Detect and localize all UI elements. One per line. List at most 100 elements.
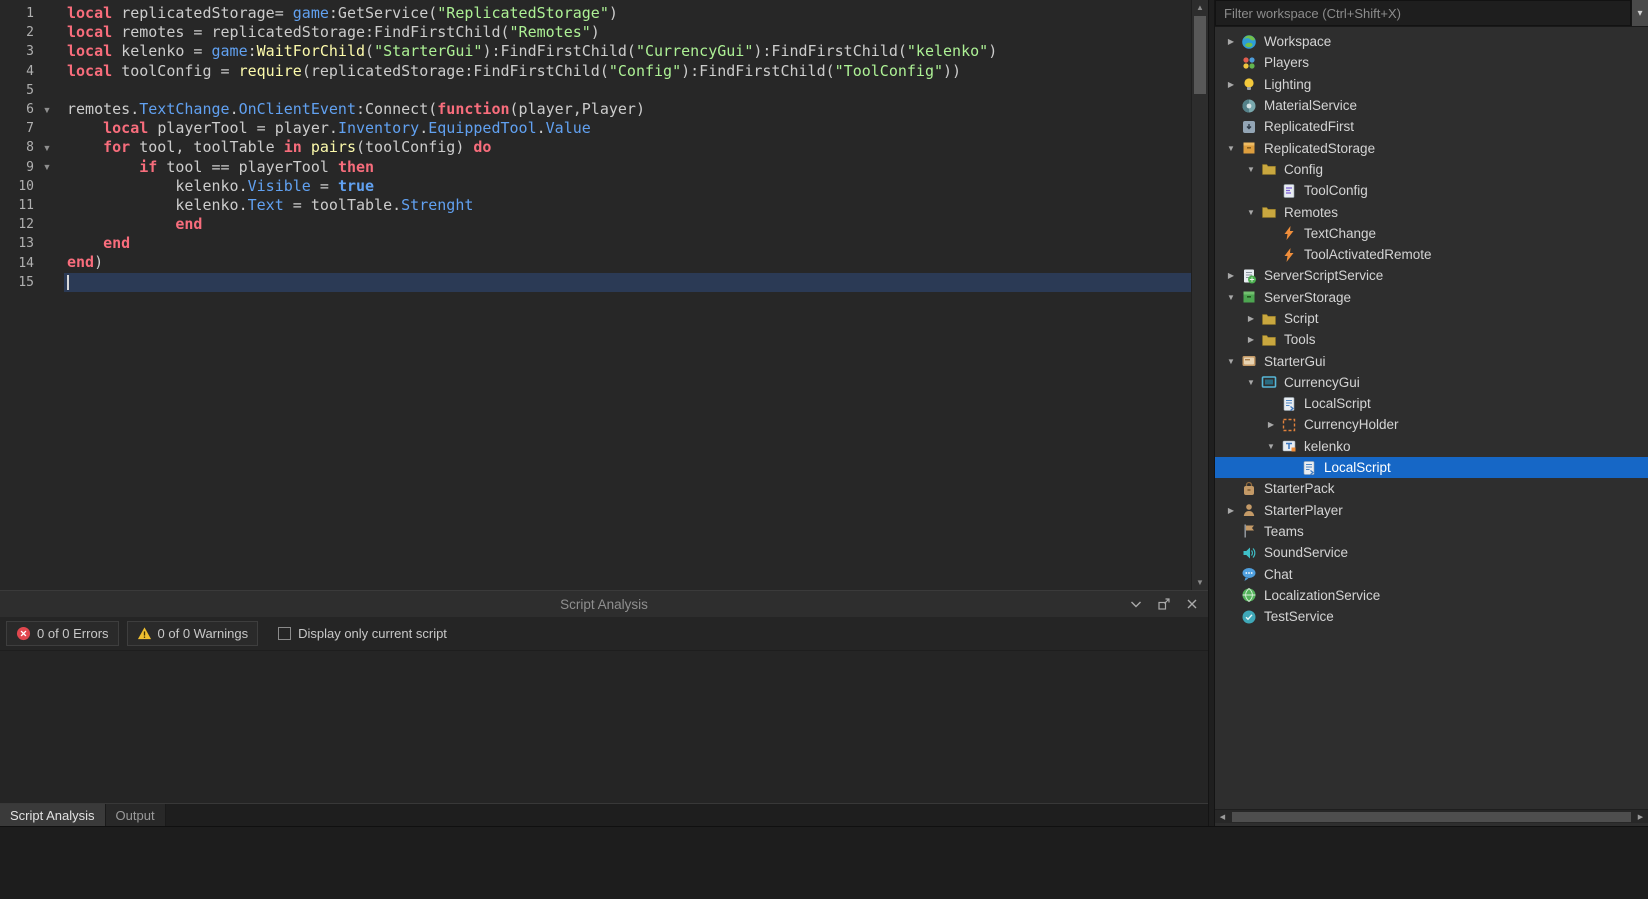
code-line[interactable]: local kelenko = game:WaitForChild("Start… (64, 42, 1191, 61)
tree-item-textchange[interactable]: TextChange (1215, 223, 1648, 244)
replicated-storage-icon (1241, 140, 1258, 156)
code-line[interactable]: kelenko.Text = toolTable.Strenght (64, 196, 1191, 215)
code-token: ):FindFirstChild( (753, 42, 907, 61)
expand-arrow-icon[interactable]: ▶ (1221, 80, 1241, 89)
tree-item-teams[interactable]: Teams (1215, 521, 1648, 542)
display-only-current-script-checkbox[interactable] (278, 627, 292, 640)
scroll-up-arrow-icon[interactable]: ▲ (1192, 0, 1208, 15)
tree-item-toolconfig[interactable]: ToolConfig (1215, 180, 1648, 201)
tree-item-toolactivatedremote[interactable]: ToolActivatedRemote (1215, 244, 1648, 265)
tree-item-materialservice[interactable]: MaterialService (1215, 95, 1648, 116)
tree-item-players[interactable]: Players (1215, 52, 1648, 73)
collapse-arrow-icon[interactable]: ▼ (1241, 165, 1261, 174)
tree-item-script[interactable]: ▶ Script (1215, 308, 1648, 329)
tree-item-replicatedstorage[interactable]: ▼ ReplicatedStorage (1215, 137, 1648, 158)
code-line[interactable]: end) (64, 253, 1191, 272)
code-token: pairs (310, 138, 356, 157)
tree-item-currencyholder[interactable]: ▶ CurrencyHolder (1215, 414, 1648, 435)
code-line[interactable]: local remotes = replicatedStorage:FindFi… (64, 23, 1191, 42)
panel-header-icons (1128, 591, 1200, 617)
tree-item-localscript[interactable]: LocalScript (1215, 393, 1648, 414)
tree-item-localscript[interactable]: LocalScript (1215, 456, 1648, 479)
tree-item-lighting[interactable]: ▶ Lighting (1215, 74, 1648, 95)
filter-dropdown-button[interactable]: ▾ (1631, 0, 1648, 26)
tree-item-replicatedfirst[interactable]: ReplicatedFirst (1215, 116, 1648, 137)
folder-icon (1261, 332, 1278, 348)
fold-arrow-icon[interactable]: ▼ (34, 105, 60, 115)
code-line[interactable]: local toolConfig = require(replicatedSto… (64, 62, 1191, 81)
code-token: Value (545, 119, 591, 138)
code-line[interactable] (64, 272, 1191, 292)
tab-script-analysis[interactable]: Script Analysis (0, 804, 106, 826)
tree-item-label: ServerScriptService (1264, 268, 1384, 284)
expand-arrow-icon[interactable]: ▶ (1241, 335, 1261, 344)
tree-item-kelenko[interactable]: ▼ kelenko (1215, 436, 1648, 457)
folder-icon (1261, 204, 1278, 220)
tree-item-startergui[interactable]: ▼ StarterGui (1215, 350, 1648, 371)
code-line[interactable]: for tool, toolTable in pairs(toolConfig)… (64, 138, 1191, 157)
warnings-filter-button[interactable]: 0 of 0 Warnings (126, 621, 259, 646)
scroll-left-arrow-icon[interactable]: ◀ (1215, 813, 1230, 821)
scroll-down-arrow-icon[interactable]: ▼ (1192, 575, 1208, 590)
tree-item-workspace[interactable]: ▶ Workspace (1215, 31, 1648, 52)
display-only-current-script-option[interactable]: Display only current script (278, 626, 447, 641)
collapse-arrow-icon[interactable]: ▼ (1241, 378, 1261, 387)
tree-item-label: StarterGui (1264, 353, 1326, 369)
editor-vertical-scrollbar[interactable]: ▲ ▼ (1191, 0, 1208, 590)
gutter-row: 7 (0, 119, 64, 138)
tree-item-config[interactable]: ▼ Config (1215, 159, 1648, 180)
code-line[interactable]: if tool == playerTool then (64, 158, 1191, 177)
tree-item-starterpack[interactable]: StarterPack (1215, 478, 1648, 499)
collapse-arrow-icon[interactable]: ▼ (1221, 144, 1241, 153)
expand-arrow-icon[interactable]: ▶ (1221, 271, 1241, 280)
tree-item-starterplayer[interactable]: ▶ StarterPlayer (1215, 500, 1648, 521)
code-line[interactable]: remotes.TextChange.OnClientEvent:Connect… (64, 100, 1191, 119)
vertical-scrollbar-thumb[interactable] (1194, 16, 1206, 94)
tree-item-testservice[interactable]: TestService (1215, 606, 1648, 627)
server-storage-icon (1241, 289, 1258, 305)
code-line[interactable]: local replicatedStorage= game:GetService… (64, 4, 1191, 23)
code-line[interactable]: end (64, 234, 1191, 253)
bottom-tab-bar: Script Analysis Output (0, 803, 1208, 826)
code-pane[interactable]: local replicatedStorage= game:GetService… (64, 0, 1191, 590)
tree-item-remotes[interactable]: ▼ Remotes (1215, 201, 1648, 222)
starter-player-icon (1241, 502, 1258, 518)
code-line[interactable] (64, 81, 1191, 100)
tab-output[interactable]: Output (105, 804, 166, 826)
local-script-icon (1301, 460, 1318, 476)
tree-item-tools[interactable]: ▶ Tools (1215, 329, 1648, 350)
collapse-arrow-icon[interactable]: ▼ (1261, 442, 1281, 451)
collapse-arrow-icon[interactable]: ▼ (1221, 357, 1241, 366)
fold-arrow-icon[interactable]: ▼ (34, 162, 60, 172)
tree-item-localizationservice[interactable]: LocalizationService (1215, 585, 1648, 606)
collapse-arrow-icon[interactable]: ▼ (1241, 208, 1261, 217)
line-number: 12 (18, 217, 34, 233)
tree-item-currencygui[interactable]: ▼ CurrencyGui (1215, 372, 1648, 393)
expand-arrow-icon[interactable]: ▶ (1261, 420, 1281, 429)
tree-item-serverscriptservice[interactable]: ▶ ServerScriptService (1215, 265, 1648, 286)
code-line[interactable]: end (64, 215, 1191, 234)
code-line[interactable]: local playerTool = player.Inventory.Equi… (64, 119, 1191, 138)
tree-item-label: Remotes (1284, 204, 1339, 220)
tree-item-soundservice[interactable]: SoundService (1215, 542, 1648, 563)
undock-panel-icon[interactable] (1156, 596, 1172, 612)
code-token: playerTool = player. (157, 119, 338, 138)
filter-workspace-input[interactable] (1215, 0, 1631, 26)
horizontal-scrollbar-thumb[interactable] (1232, 811, 1631, 822)
panel-splitter[interactable] (1208, 0, 1215, 826)
expand-arrow-icon[interactable]: ▶ (1221, 506, 1241, 515)
close-icon[interactable] (1184, 596, 1200, 612)
scroll-right-arrow-icon[interactable]: ▶ (1633, 813, 1648, 821)
expand-arrow-icon[interactable]: ▶ (1221, 37, 1241, 46)
code-token: Strenght (401, 195, 474, 214)
collapse-arrow-icon[interactable]: ▼ (1221, 293, 1241, 302)
tree-item-serverstorage[interactable]: ▼ ServerStorage (1215, 287, 1648, 308)
tree-item-chat[interactable]: Chat (1215, 563, 1648, 584)
explorer-horizontal-scrollbar[interactable]: ◀ ▶ (1215, 809, 1648, 823)
errors-filter-button[interactable]: 0 of 0 Errors (6, 621, 119, 646)
fold-arrow-icon[interactable]: ▼ (34, 143, 60, 153)
chevron-down-icon[interactable] (1128, 596, 1144, 612)
expand-arrow-icon[interactable]: ▶ (1241, 314, 1261, 323)
gutter-row: 4 (0, 62, 64, 81)
code-line[interactable]: kelenko.Visible = true (64, 177, 1191, 196)
